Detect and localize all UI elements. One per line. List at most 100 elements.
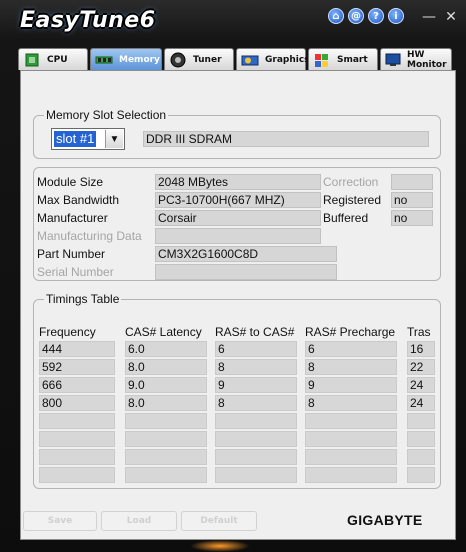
- gigabyte-logo: GIGABYTE: [347, 512, 423, 528]
- manufacturer-label: Manufacturer: [37, 211, 108, 225]
- close-button[interactable]: ✕: [442, 8, 460, 26]
- tab-memory-label: Memory: [119, 54, 160, 65]
- hw-monitor-icon: [385, 52, 401, 68]
- timings-cell: [39, 467, 115, 483]
- tuner-icon: [169, 52, 187, 68]
- timings-header: Tras: [407, 325, 431, 339]
- timings-cell: [125, 449, 207, 465]
- chevron-down-icon[interactable]: ▼: [105, 130, 123, 148]
- part-number-field: CM3X2G1600C8D: [155, 246, 337, 262]
- timings-cell: [125, 413, 207, 429]
- registered-field: no: [391, 192, 433, 208]
- part-number-label: Part Number: [37, 247, 106, 261]
- timings-header: RAS# to CAS#: [215, 325, 295, 339]
- timings-cell: 8: [305, 359, 397, 375]
- timings-cell: [407, 467, 435, 483]
- timings-cell: 8.0: [125, 395, 207, 411]
- tab-memory[interactable]: Memory: [90, 48, 162, 70]
- timings-header: RAS# Precharge: [305, 325, 396, 339]
- timings-cell: 592: [39, 359, 115, 375]
- timings-cell: [125, 431, 207, 447]
- timings-cell: [305, 413, 397, 429]
- timings-cell: 24: [407, 395, 435, 411]
- manufacturing-data-field: [155, 228, 321, 244]
- slot-dropdown-value: slot #1: [54, 131, 97, 147]
- graphics-card-icon: [241, 52, 259, 68]
- tab-tuner-label: Tuner: [193, 54, 222, 65]
- timings-cell: [215, 413, 297, 429]
- timings-cell: [125, 467, 207, 483]
- tab-hw-monitor[interactable]: HW Monitor: [380, 48, 452, 70]
- buffered-label: Buffered: [323, 211, 369, 225]
- save-button[interactable]: Save: [23, 511, 97, 531]
- registered-label: Registered: [323, 193, 382, 207]
- app-logo: EasyTune6: [20, 8, 156, 33]
- easytune-window: EasyTune6 ⌂ @ ? i — ✕ CPU Memory Tuner G…: [0, 0, 466, 552]
- correction-label: Correction: [323, 175, 379, 189]
- timings-cell: 8: [305, 395, 397, 411]
- timings-cell: 8: [215, 395, 297, 411]
- manufacturer-field: Corsair: [155, 210, 321, 226]
- manufacturing-data-label: Manufacturing Data: [37, 229, 142, 243]
- timings-cell: 9.0: [125, 377, 207, 393]
- timings-cell: [39, 431, 115, 447]
- timings-header: Frequency: [39, 325, 96, 339]
- module-size-label: Module Size: [37, 175, 104, 189]
- timings-cell: 8: [215, 359, 297, 375]
- timings-cell: 24: [407, 377, 435, 393]
- timings-cell: [305, 431, 397, 447]
- serial-number-field: [155, 264, 337, 280]
- timings-cell: [39, 449, 115, 465]
- timings-cell: [407, 431, 435, 447]
- memory-module-icon: [95, 52, 113, 68]
- home-icon[interactable]: ⌂: [328, 8, 344, 24]
- tab-bar: CPU Memory Tuner Graphics Smart HW Monit…: [18, 48, 452, 70]
- help-icon[interactable]: ?: [368, 8, 384, 24]
- tab-cpu-label: CPU: [47, 54, 68, 65]
- timings-cell: [39, 413, 115, 429]
- load-button[interactable]: Load: [101, 511, 177, 531]
- correction-field: [391, 174, 433, 190]
- buffered-field: no: [391, 210, 433, 226]
- minimize-button[interactable]: —: [420, 8, 438, 26]
- serial-number-label: Serial Number: [37, 265, 114, 279]
- timings-cell: 800: [39, 395, 115, 411]
- timings-cell: 444: [39, 341, 115, 357]
- tab-graphics-label: Graphics: [265, 54, 310, 65]
- timings-cell: 666: [39, 377, 115, 393]
- decorative-glow: [190, 540, 250, 552]
- tab-smart[interactable]: Smart: [308, 48, 378, 70]
- timings-cell: [407, 449, 435, 465]
- memory-type-field: DDR III SDRAM: [143, 131, 429, 147]
- timings-cell: [215, 467, 297, 483]
- info-icon[interactable]: i: [388, 8, 404, 24]
- slot-dropdown[interactable]: slot #1 ▼: [51, 128, 125, 150]
- tab-tuner[interactable]: Tuner: [164, 48, 234, 70]
- timings-cell: 9: [215, 377, 297, 393]
- module-size-field: 2048 MBytes: [155, 174, 321, 190]
- max-bandwidth-label: Max Bandwidth: [37, 193, 120, 207]
- timings-cell: 22: [407, 359, 435, 375]
- memory-panel: Memory Slot Selection slot #1 ▼ DDR III …: [20, 70, 456, 540]
- title-bar-controls: ⌂ @ ? i — ✕: [328, 8, 460, 26]
- max-bandwidth-field: PC3-10700H(667 MHZ): [155, 192, 321, 208]
- timings-cell: 9: [305, 377, 397, 393]
- timings-cell: [215, 431, 297, 447]
- default-button[interactable]: Default: [181, 511, 257, 531]
- tab-cpu[interactable]: CPU: [18, 48, 88, 70]
- cpu-chip-icon: [23, 52, 41, 68]
- timings-cell: 6: [305, 341, 397, 357]
- timings-cell: 6.0: [125, 341, 207, 357]
- timings-cell: [305, 467, 397, 483]
- timings-cell: [305, 449, 397, 465]
- slot-selection-title: Memory Slot Selection: [44, 108, 169, 122]
- timings-cell: [407, 413, 435, 429]
- tab-graphics[interactable]: Graphics: [236, 48, 310, 70]
- timings-cell: [215, 449, 297, 465]
- timings-cell: 6: [215, 341, 297, 357]
- tab-hw-monitor-label: HW Monitor: [407, 49, 447, 70]
- timings-cell: 8.0: [125, 359, 207, 375]
- timings-title: Timings Table: [44, 292, 122, 306]
- web-icon[interactable]: @: [348, 8, 364, 24]
- timings-cell: 16: [407, 341, 435, 357]
